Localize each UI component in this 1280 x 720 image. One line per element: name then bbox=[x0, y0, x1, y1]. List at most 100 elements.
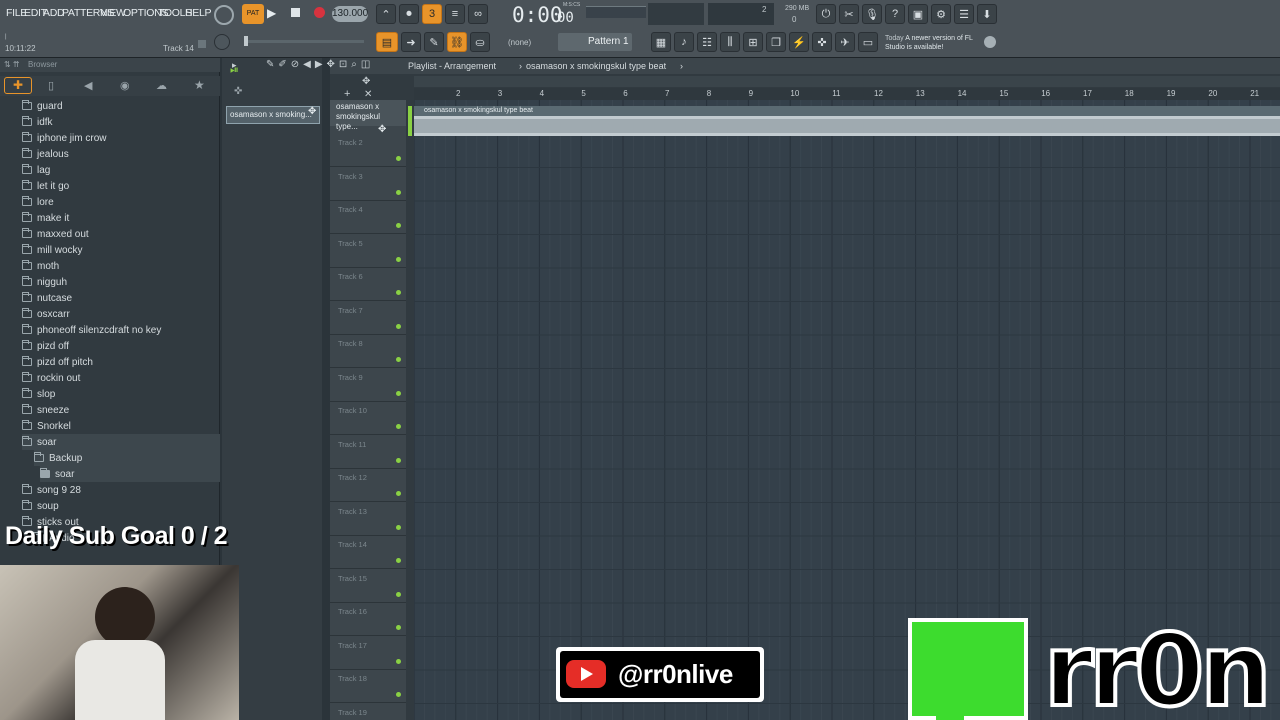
browser-item[interactable]: nutcase bbox=[22, 290, 72, 306]
track-label[interactable]: Track 14 bbox=[338, 540, 367, 549]
track-label[interactable]: Track 4 bbox=[338, 205, 363, 214]
track-mute-led[interactable] bbox=[396, 156, 401, 161]
loop-record-icon[interactable]: ∞ bbox=[468, 4, 488, 24]
files-icon[interactable]: ❐ bbox=[766, 32, 786, 52]
record-icon[interactable] bbox=[314, 7, 325, 18]
track-label[interactable]: Track 3 bbox=[338, 172, 363, 181]
pattern-selector[interactable]: Pattern 1 bbox=[558, 33, 632, 51]
track-mute-led[interactable] bbox=[396, 692, 401, 697]
browser-plugin-icon[interactable]: ◉ bbox=[120, 79, 130, 92]
browser-item[interactable]: jealous bbox=[22, 146, 69, 162]
browser-item[interactable]: let it go bbox=[22, 178, 69, 194]
fl-logo-icon[interactable] bbox=[984, 36, 996, 48]
track-mute-led[interactable] bbox=[396, 457, 401, 463]
countdown-icon[interactable]: ⏺ bbox=[399, 4, 419, 24]
browser-cloud-icon[interactable]: ☁ bbox=[156, 79, 167, 92]
track-label[interactable]: Track 7 bbox=[338, 306, 363, 315]
mixer-icon[interactable]: ⫼ bbox=[720, 32, 740, 52]
pencil-tool-icon[interactable]: ✎ bbox=[424, 32, 444, 52]
save-icon[interactable]: ▣ bbox=[908, 4, 928, 24]
browser-all-tab[interactable]: ✚ bbox=[4, 77, 32, 94]
picker-clip[interactable]: osamason x smoking... bbox=[226, 106, 320, 124]
snap-icon[interactable]: ▤ bbox=[376, 32, 398, 52]
track-label[interactable]: Track 8 bbox=[338, 339, 363, 348]
track-mute-led[interactable] bbox=[396, 256, 401, 262]
browser-item[interactable]: Backup bbox=[34, 450, 220, 466]
track-label[interactable]: Track 13 bbox=[338, 507, 367, 516]
browser-item[interactable]: guard bbox=[22, 98, 63, 114]
picker-audio-icon[interactable]: ✜ bbox=[234, 86, 242, 97]
playhead-marker[interactable] bbox=[408, 106, 412, 136]
track-label[interactable]: Track 12 bbox=[338, 473, 367, 482]
plugin-icon[interactable]: ⚙ bbox=[931, 4, 951, 24]
stamp-icon[interactable]: ⛀ bbox=[470, 32, 490, 52]
picker-move-icon[interactable]: ✥ bbox=[308, 106, 316, 117]
track-label[interactable]: Track 6 bbox=[338, 272, 363, 281]
tempo-display[interactable]: 130.000 bbox=[332, 6, 368, 22]
hint-bar-handle[interactable] bbox=[198, 40, 206, 48]
track-mute-led[interactable] bbox=[396, 290, 401, 295]
plug-icon[interactable]: ⚡ bbox=[789, 32, 809, 52]
browser-item[interactable]: phoneoff silenzcdraft no key bbox=[22, 322, 161, 338]
stop-icon[interactable] bbox=[291, 8, 300, 17]
browser-item[interactable]: soup bbox=[22, 498, 59, 514]
track-mute-led[interactable] bbox=[396, 591, 401, 597]
download-icon[interactable]: ⬇ bbox=[977, 4, 997, 24]
menu-help[interactable]: HELP bbox=[185, 7, 212, 19]
browser-item[interactable]: sneeze bbox=[22, 402, 69, 418]
browser-item[interactable]: make it bbox=[22, 210, 69, 226]
playlist-tools[interactable]: ✎✐⊘◀▶✥⊡⌕◫ bbox=[266, 59, 374, 70]
track-mute-led[interactable] bbox=[396, 524, 401, 530]
track-label[interactable]: Track 10 bbox=[338, 406, 367, 415]
browser-item[interactable]: osxcarr bbox=[22, 306, 70, 322]
track-label[interactable]: Track 15 bbox=[338, 574, 367, 583]
browser-item[interactable]: iphone jim crow bbox=[22, 130, 106, 146]
master-pitch-knob[interactable] bbox=[214, 34, 230, 50]
browser-item[interactable]: pizd off bbox=[22, 338, 69, 354]
browser-item[interactable]: rockin out bbox=[22, 370, 80, 386]
cut-icon[interactable]: ✂ bbox=[839, 4, 859, 24]
power-icon[interactable]: ⏻ bbox=[816, 4, 836, 24]
browser-tree-icon[interactable]: ⊞ bbox=[743, 32, 763, 52]
tempo-tapper-icon[interactable]: ✜ bbox=[812, 32, 832, 52]
horizontal-scrollbar[interactable] bbox=[414, 76, 1280, 87]
add-track-icon[interactable]: + bbox=[344, 88, 350, 100]
track-label[interactable]: Track 17 bbox=[338, 641, 367, 650]
link-icon[interactable]: ⛓ bbox=[447, 32, 467, 52]
news-icon[interactable]: ▭ bbox=[858, 32, 878, 52]
track-label[interactable]: Track 19 bbox=[338, 708, 367, 717]
browser-item[interactable]: moth bbox=[22, 258, 59, 274]
playlist-icon[interactable]: ▦ bbox=[651, 32, 671, 52]
blend-notes-icon[interactable]: ≡ bbox=[445, 4, 465, 24]
mic-icon[interactable]: 🎙 bbox=[862, 4, 882, 24]
browser-item[interactable]: nigguh bbox=[22, 274, 67, 290]
track-label[interactable]: Track 11 bbox=[338, 440, 366, 449]
channel-rack-icon[interactable]: ☷ bbox=[697, 32, 717, 52]
track-label[interactable]: Track 5 bbox=[338, 239, 363, 248]
browser-item[interactable]: Snorkel bbox=[22, 418, 71, 434]
track-label[interactable]: Track 16 bbox=[338, 607, 367, 616]
play-icon[interactable]: ▶ bbox=[267, 6, 276, 20]
track-label[interactable]: Track 9 bbox=[338, 373, 363, 382]
browser-item[interactable]: idfk bbox=[22, 114, 53, 130]
track-label[interactable]: Track 2 bbox=[338, 138, 363, 147]
track-label[interactable]: Track 18 bbox=[338, 674, 367, 683]
track-mute-led[interactable] bbox=[396, 625, 401, 630]
metronome-icon[interactable]: ⌃ bbox=[376, 4, 396, 24]
browser-item[interactable]: maxxed out bbox=[22, 226, 89, 242]
browser-item[interactable]: pizd off pitch bbox=[22, 354, 93, 370]
snap-select[interactable]: (none) bbox=[508, 38, 531, 47]
track-mute-led[interactable] bbox=[396, 189, 401, 195]
browser-item[interactable]: song 9 28 bbox=[22, 482, 81, 498]
zoom-icon[interactable]: ✥ bbox=[362, 76, 370, 87]
pat-song-toggle[interactable]: PAT bbox=[242, 4, 264, 24]
browser-item[interactable]: slop bbox=[22, 386, 55, 402]
browser-item[interactable]: lag bbox=[22, 162, 50, 178]
browser-star-icon[interactable]: ★ bbox=[194, 78, 205, 92]
browser-item[interactable]: soar bbox=[22, 434, 220, 450]
chat-icon[interactable]: ☰ bbox=[954, 4, 974, 24]
timeline-ruler[interactable]: 2 3 4 5 6 7 8 9 10 11 12 13 14 15 16 17 18 19 20 21 bbox=[414, 88, 1280, 100]
browser-project-icon[interactable]: ▯ bbox=[48, 79, 54, 92]
track-mute-led[interactable] bbox=[396, 223, 401, 228]
piano-roll-icon[interactable]: ♪ bbox=[674, 32, 694, 52]
